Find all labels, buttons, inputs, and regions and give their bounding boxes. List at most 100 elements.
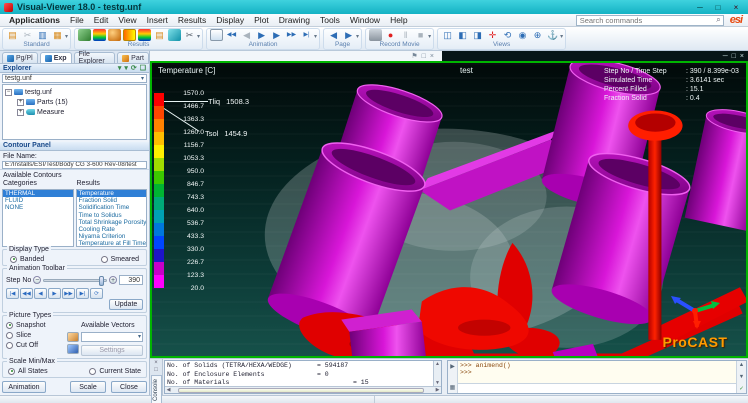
next-frame-icon[interactable]: ▶ [270,29,283,41]
slice-tool-icon[interactable] [67,332,79,342]
result-item[interactable]: Fraction Solid [77,197,147,204]
shell-grid-icon[interactable]: ▦ [450,384,456,391]
console-horizontal-scrollbar[interactable]: ◀ ▶ [165,386,441,393]
view-zoom-icon[interactable]: ⊕ [531,29,544,41]
console-dock-icon[interactable]: □ [154,367,158,373]
result-item[interactable]: Niyama Criterion [77,233,147,240]
prev-frame-icon[interactable]: ◀ [240,29,253,41]
tree-expand-icon[interactable]: + [17,99,24,106]
views-more-icon[interactable]: ▾ [560,33,563,41]
probe-icon[interactable]: ✂ [183,29,196,41]
playback-button[interactable]: ▶▶ [62,288,75,299]
standard-more-icon[interactable]: ▾ [65,33,68,41]
view-iso-icon[interactable]: ◫ [441,29,454,41]
results-more-icon[interactable]: ▾ [197,33,200,41]
cutoff-tool-icon[interactable] [67,344,79,354]
shell-ok-icon[interactable]: ✓ [739,386,744,392]
menu-item[interactable]: Tools [315,14,345,26]
explorer-layers-icon[interactable]: ❏ [140,64,146,72]
model-file-combobox[interactable]: testg.unf ▾ [2,74,147,83]
search-icon[interactable]: ⌕ [716,15,722,25]
tree-item-measure[interactable]: + Measure [17,107,144,117]
dock-close-icon[interactable]: × [430,53,434,60]
result-item[interactable]: Solidification Time [77,204,147,211]
contour-icon[interactable] [93,29,106,41]
console-tab[interactable]: Console [151,375,162,403]
category-item[interactable]: THERMAL [3,190,73,197]
explorer-sort-icon[interactable]: ▾ [124,64,128,72]
scroll-down-icon[interactable]: ▼ [435,380,440,386]
last-frame-icon[interactable]: ▶▶ [285,29,298,41]
minimize-button[interactable]: ─ [692,2,708,13]
playback-button[interactable]: ◀◀ [20,288,33,299]
console-close-icon[interactable]: × [154,360,158,366]
explorer-refresh-icon[interactable]: ⟳ [131,64,137,72]
playback-button[interactable]: ▶ [48,288,61,299]
view-front-icon[interactable]: ◧ [456,29,469,41]
record-more-icon[interactable]: ▾ [428,33,431,41]
isosurface-icon[interactable] [108,29,121,41]
tree-item-root[interactable]: − testg.unf [5,87,144,97]
menu-item[interactable]: File [65,14,89,26]
playback-button[interactable]: ▶| [76,288,89,299]
radio-all-states[interactable]: All States [8,368,48,375]
results-open-icon[interactable]: ▤ [153,29,166,41]
step-increment-button[interactable]: + [109,276,117,284]
search-box[interactable]: ⌕ [576,15,724,26]
play-icon[interactable]: ▶ [255,29,268,41]
view-rotate-icon[interactable]: ⟲ [501,29,514,41]
fringe-icon[interactable] [123,29,136,41]
page-next-icon[interactable]: ▶ [342,29,355,41]
menu-item[interactable]: Display [211,14,249,26]
view-side-icon[interactable]: ◨ [471,29,484,41]
slider-thumb[interactable] [99,276,104,286]
legend-tool-icon[interactable] [138,29,151,41]
tree-item-parts[interactable]: + Parts (15) [17,97,144,107]
dock-pin-icon[interactable]: ⚑ [411,52,417,60]
tab-part[interactable]: Part [117,52,149,63]
update-button[interactable]: Update [109,299,143,310]
tab-exp[interactable]: Exp [40,52,72,63]
step-decrement-button[interactable]: − [33,276,41,284]
playback-button[interactable]: ◀ [34,288,47,299]
search-input[interactable] [577,16,717,25]
view-fit-icon[interactable]: ◉ [516,29,529,41]
category-item[interactable]: NONE [3,204,73,211]
scroll-up-icon[interactable]: ▲ [435,361,440,367]
page-more-icon[interactable]: ▾ [356,33,359,41]
tree-expand-icon[interactable]: + [17,109,24,116]
export-animation-icon[interactable]: ▶| [300,29,313,41]
first-frame-icon[interactable]: ◀◀ [225,29,238,41]
camera-icon[interactable] [369,29,382,41]
menu-item[interactable]: Results [173,14,211,26]
settings-button[interactable]: Settings [81,345,143,356]
copy-icon[interactable]: ▥ [36,29,49,41]
scale-button[interactable]: Scale [70,381,106,393]
close-button[interactable]: × [728,2,744,13]
scrollbar-thumb[interactable] [178,388,424,393]
paste-icon[interactable]: ▦ [51,29,64,41]
page-prev-icon[interactable]: ◀ [327,29,340,41]
result-item[interactable]: Cooling Rate [77,226,147,233]
menu-item[interactable]: Applications [4,14,65,26]
dock-restore-icon[interactable]: □ [422,53,426,60]
shell-command-input[interactable] [458,385,736,392]
result-item[interactable]: Total Shrinkage Porosity [77,219,147,226]
animation-button[interactable]: Animation [2,381,46,393]
stop-icon[interactable]: ■ [414,29,427,41]
menu-item[interactable]: Help [385,14,412,26]
menu-item[interactable]: View [113,14,141,26]
menu-item[interactable]: Insert [142,14,173,26]
view-axes-icon[interactable]: ✛ [486,29,499,41]
radio-smeared[interactable]: Smeared [101,256,139,263]
file-name-field[interactable]: E:/Installs/ESI/Test/Body CG 3-600 Rev-0… [2,161,147,169]
vector-icon[interactable] [168,29,181,41]
animation-more-icon[interactable]: ▾ [314,33,317,41]
shell-run-icon[interactable]: ▶ [450,363,455,370]
category-item[interactable]: FLUID [3,197,73,204]
scroll-left-icon[interactable]: ◀ [165,387,172,393]
radio-slice[interactable]: Slice [6,332,65,339]
model-icon[interactable] [78,29,91,41]
animation-setup-icon[interactable] [210,29,223,41]
scroll-right-icon[interactable]: ▶ [434,387,441,393]
